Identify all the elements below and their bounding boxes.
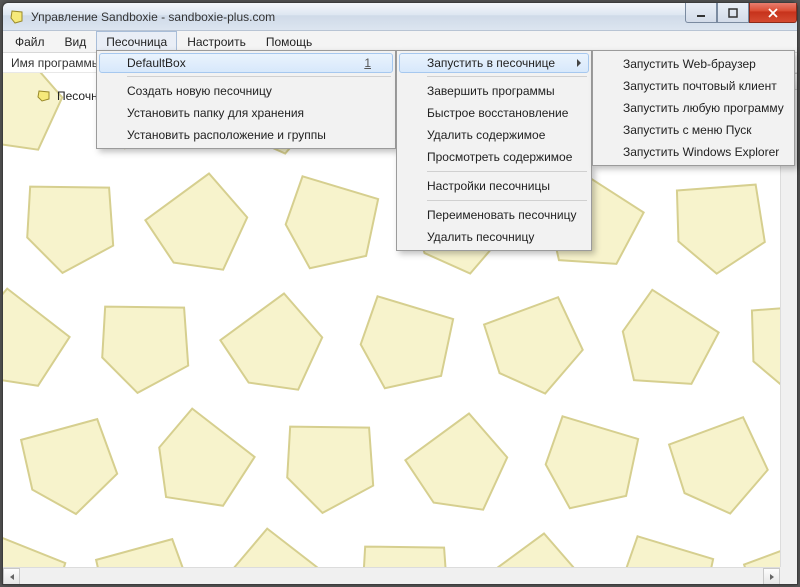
run-submenu: Запустить Web-браузер Запустить почтовый… [592, 50, 795, 166]
menu-item-terminate[interactable]: Завершить программы [399, 80, 589, 102]
sandbox-icon [37, 89, 51, 103]
menu-separator [427, 76, 587, 77]
menu-sandbox[interactable]: Песочница [96, 31, 177, 52]
menu-item-label: Настройки песочницы [427, 179, 550, 193]
menu-item-create-sandbox[interactable]: Создать новую песочницу [99, 80, 393, 102]
menu-item-run-in-sandbox[interactable]: Запустить в песочнице [399, 53, 589, 73]
app-icon [9, 9, 25, 25]
sandbox-menu: DefaultBox 1 Создать новую песочницу Уст… [96, 50, 396, 149]
menu-item-label: DefaultBox [127, 56, 186, 70]
menu-item-label: Запустить почтовый клиент [623, 79, 777, 93]
menu-help[interactable]: Помощь [256, 31, 322, 52]
menu-item-label: Запустить с меню Пуск [623, 123, 752, 137]
menu-shortcut: 1 [324, 56, 371, 70]
scroll-right-button[interactable] [763, 568, 780, 584]
window-title: Управление Sandboxie - sandboxie-plus.co… [31, 10, 275, 24]
menu-item-set-folder[interactable]: Установить папку для хранения [99, 102, 393, 124]
menu-item-label: Запустить любую программу [623, 101, 784, 115]
menu-item-explore-contents[interactable]: Просмотреть содержимое [399, 146, 589, 168]
menu-view[interactable]: Вид [55, 31, 97, 52]
minimize-button[interactable] [685, 3, 717, 23]
menu-file[interactable]: Файл [5, 31, 55, 52]
menu-item-label: Переименовать песочницу [427, 208, 576, 222]
menu-item-run-explorer[interactable]: Запустить Windows Explorer [595, 141, 792, 163]
tree-root-row[interactable]: Песочни [37, 89, 104, 103]
menu-configure[interactable]: Настроить [177, 31, 256, 52]
menu-separator [427, 171, 587, 172]
menu-item-label: Удалить содержимое [427, 128, 545, 142]
menu-item-delete-contents[interactable]: Удалить содержимое [399, 124, 589, 146]
scroll-left-button[interactable] [3, 568, 20, 584]
menu-item-remove-sandbox[interactable]: Удалить песочницу [399, 226, 589, 248]
menu-item-set-layout[interactable]: Установить расположение и группы [99, 124, 393, 146]
menu-item-label: Завершить программы [427, 84, 555, 98]
horizontal-scrollbar[interactable] [3, 567, 780, 584]
menu-item-run-mail[interactable]: Запустить почтовый клиент [595, 75, 792, 97]
menu-item-label: Установить папку для хранения [127, 106, 304, 120]
scrollbar-corner [780, 567, 797, 584]
menu-item-label: Удалить песочницу [427, 230, 534, 244]
menu-item-run-any[interactable]: Запустить любую программу [595, 97, 792, 119]
menu-item-label: Просмотреть содержимое [427, 150, 572, 164]
menu-item-sandbox-settings[interactable]: Настройки песочницы [399, 175, 589, 197]
close-button[interactable] [749, 3, 797, 23]
column-program-name[interactable]: Имя программы [11, 56, 100, 70]
maximize-button[interactable] [717, 3, 749, 23]
menu-separator [127, 76, 391, 77]
menu-separator [427, 200, 587, 201]
defaultbox-submenu: Запустить в песочнице Завершить программ… [396, 50, 592, 251]
submenu-arrow-icon [576, 56, 582, 70]
menu-item-rename-sandbox[interactable]: Переименовать песочницу [399, 204, 589, 226]
menu-item-label: Быстрое восстановление [427, 106, 568, 120]
menu-item-label: Запустить Windows Explorer [623, 145, 779, 159]
window-controls [685, 3, 797, 23]
menu-item-run-start[interactable]: Запустить с меню Пуск [595, 119, 792, 141]
menu-item-run-browser[interactable]: Запустить Web-браузер [595, 53, 792, 75]
menu-item-label: Установить расположение и группы [127, 128, 326, 142]
menu-item-defaultbox[interactable]: DefaultBox 1 [99, 53, 393, 73]
titlebar[interactable]: Управление Sandboxie - sandboxie-plus.co… [3, 3, 797, 31]
menu-item-label: Запустить Web-браузер [623, 57, 756, 71]
menu-item-quick-recovery[interactable]: Быстрое восстановление [399, 102, 589, 124]
menu-item-label: Создать новую песочницу [127, 84, 272, 98]
menu-item-label: Запустить в песочнице [427, 56, 555, 70]
